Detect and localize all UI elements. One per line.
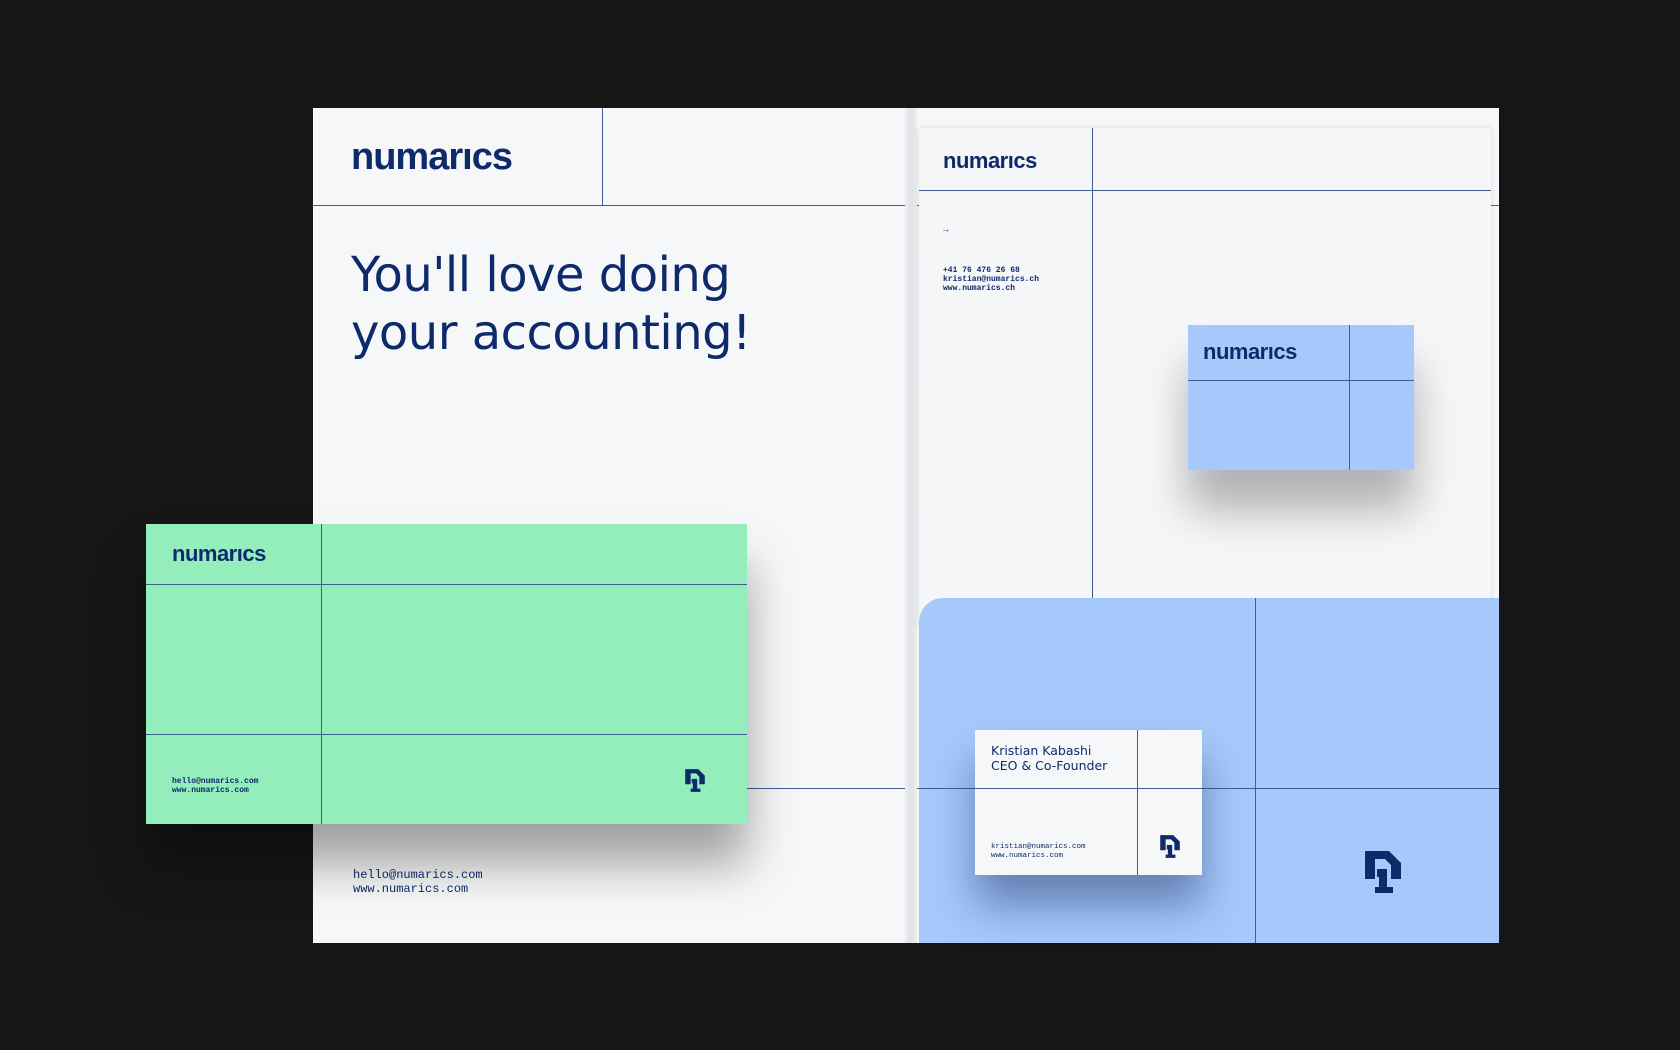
- folder-logo: numarıcs: [351, 136, 513, 178]
- green-card: numarıcs hello@numarics.com www.numarics…: [146, 524, 747, 824]
- business-card: Kristian Kabashi CEO & Co-Founder kristi…: [975, 730, 1202, 875]
- blue-card-small: numarıcs: [1188, 325, 1414, 470]
- letterhead-arrow: →: [943, 225, 949, 235]
- blue-card-small-divider: [1349, 325, 1350, 470]
- letterhead-logo: numarıcs: [943, 148, 1037, 173]
- folder-headline: You'll love doing your accounting!: [351, 246, 751, 362]
- business-card-title: CEO & Co-Founder: [991, 758, 1108, 773]
- green-card-contact: hello@numarics.com www.numarics.com: [172, 777, 258, 795]
- brand-mark-icon: [1160, 835, 1180, 858]
- business-card-rule: [975, 788, 1202, 789]
- folder-email: hello@numarics.com: [353, 868, 483, 882]
- business-card-name: Kristian Kabashi: [991, 743, 1092, 758]
- business-card-identity: Kristian Kabashi CEO & Co-Founder: [991, 743, 1107, 773]
- letterhead-phone: +41 76 476 26 68: [943, 266, 1020, 275]
- green-card-rule-top: [146, 584, 747, 585]
- folder-fold: [905, 108, 917, 943]
- folder-contact: hello@numarics.com www.numarics.com: [353, 868, 483, 896]
- letterhead-contact: +41 76 476 26 68 kristian@numarics.ch ww…: [943, 266, 1039, 293]
- folder-header-divider: [602, 108, 603, 205]
- blue-card-large-divider: [1255, 598, 1256, 943]
- letterhead-email: kristian@numarics.ch: [943, 275, 1040, 284]
- green-card-divider: [321, 524, 322, 824]
- headline-line-2: your accounting!: [351, 305, 751, 361]
- business-card-email: kristian@numarics.com: [991, 843, 1086, 851]
- letterhead-header-rule: [919, 190, 1491, 191]
- folder-website: www.numarics.com: [353, 882, 469, 896]
- brand-mark-icon: [1365, 851, 1401, 893]
- business-card-contact: kristian@numarics.com www.numarics.com: [991, 843, 1086, 861]
- brand-mark-icon: [685, 769, 705, 792]
- business-card-divider: [1137, 730, 1138, 875]
- headline-line-1: You'll love doing: [351, 247, 731, 303]
- blue-card-small-rule: [1188, 380, 1414, 381]
- blue-card-small-logo: numarıcs: [1203, 339, 1297, 364]
- letterhead-website: www.numarics.ch: [943, 284, 1016, 293]
- letterhead-divider: [1092, 128, 1093, 628]
- business-card-website: www.numarics.com: [991, 852, 1064, 860]
- green-card-website: www.numarics.com: [172, 786, 249, 795]
- green-card-logo: numarıcs: [172, 541, 266, 566]
- green-card-rule-bottom: [146, 734, 747, 735]
- green-card-email: hello@numarics.com: [172, 777, 259, 786]
